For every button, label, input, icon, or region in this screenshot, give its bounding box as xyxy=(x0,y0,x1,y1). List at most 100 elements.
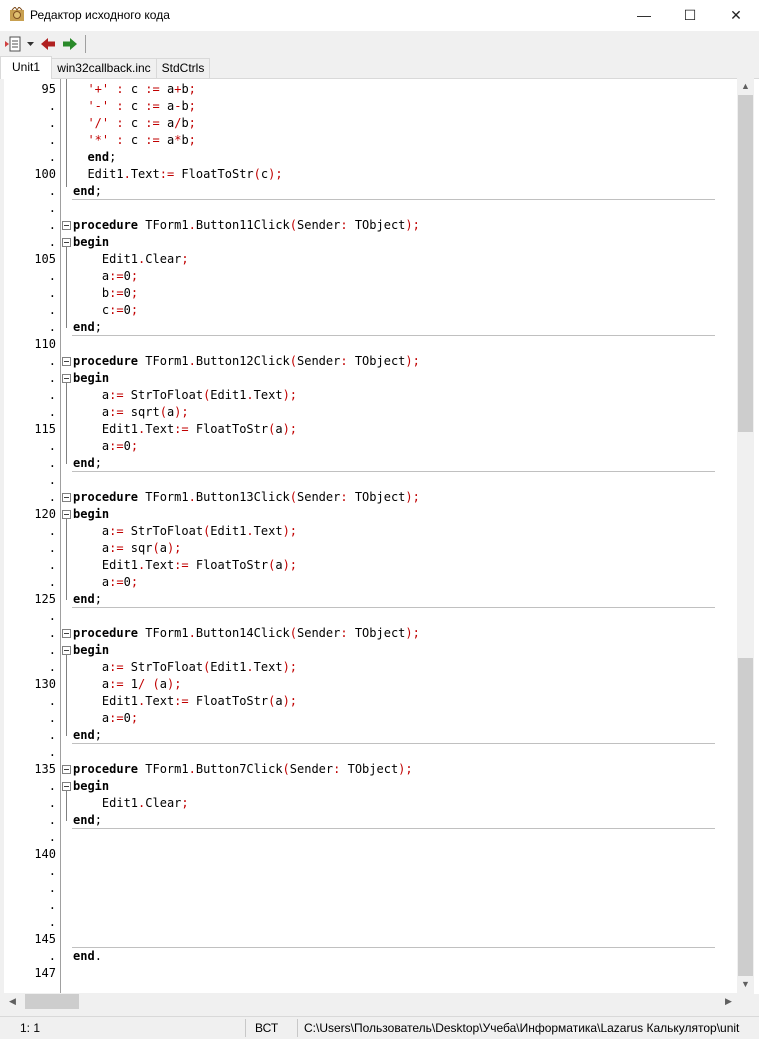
scroll-thumb-upper[interactable] xyxy=(738,95,753,432)
line-number: 135 xyxy=(34,762,56,776)
code-line[interactable]: procedure TForm1.Button7Click(Sender: TO… xyxy=(61,761,715,778)
code-text: begin xyxy=(73,371,110,385)
chevron-down-icon[interactable] xyxy=(25,35,36,53)
code-line[interactable]: end; xyxy=(61,183,715,200)
scrollbar-corner xyxy=(737,993,754,1010)
code-text: procedure TForm1.Button11Click(Sender: T… xyxy=(73,218,420,232)
code-line[interactable]: end; xyxy=(61,812,715,829)
fold-toggle-icon[interactable] xyxy=(62,238,71,247)
line-number: . xyxy=(48,609,56,623)
code-line[interactable] xyxy=(61,880,715,897)
code-line[interactable]: a:= sqr(a); xyxy=(61,540,715,557)
tab-unit1[interactable]: Unit1 xyxy=(0,56,52,79)
maximize-button[interactable]: ☐ xyxy=(667,0,713,31)
code-line[interactable] xyxy=(61,200,715,217)
line-number: 130 xyxy=(34,677,56,691)
code-line[interactable] xyxy=(61,472,715,489)
code-line[interactable]: a:= 1/ (a); xyxy=(61,676,715,693)
code-line[interactable]: begin xyxy=(61,506,715,523)
fold-toggle-icon[interactable] xyxy=(62,782,71,791)
code-line[interactable] xyxy=(61,336,715,353)
horizontal-scrollbar[interactable]: ◀ ▶ xyxy=(4,993,737,1010)
scroll-right-icon[interactable]: ▶ xyxy=(720,993,737,1010)
close-button[interactable]: ✕ xyxy=(713,0,759,31)
code-line[interactable]: '*' : c := a*b; xyxy=(61,132,715,149)
back-arrow-icon[interactable] xyxy=(39,35,57,53)
code-line[interactable] xyxy=(61,897,715,914)
code-line[interactable] xyxy=(61,914,715,931)
source-editor[interactable]: 95.... 100.... 105.... 110.... 115.... 120...… xyxy=(0,78,759,994)
line-number: . xyxy=(48,184,56,198)
line-number: . xyxy=(48,830,56,844)
code-line[interactable] xyxy=(61,863,715,880)
code-line[interactable]: begin xyxy=(61,778,715,795)
code-line[interactable]: Edit1.Clear; xyxy=(61,795,715,812)
scroll-up-icon[interactable]: ▲ xyxy=(737,78,754,95)
code-line[interactable]: procedure TForm1.Button12Click(Sender: T… xyxy=(61,353,715,370)
code-line[interactable] xyxy=(61,608,715,625)
code-line[interactable]: a:=0; xyxy=(61,268,715,285)
code-line[interactable]: end. xyxy=(61,948,715,965)
code-line[interactable]: begin xyxy=(61,234,715,251)
code-line[interactable]: end; xyxy=(61,727,715,744)
code-line[interactable] xyxy=(61,931,715,948)
vertical-scrollbar[interactable]: ▲ ▼ xyxy=(737,78,754,993)
code-text: end; xyxy=(73,184,102,198)
code-line[interactable]: a:= sqrt(a); xyxy=(61,404,715,421)
fold-toggle-icon[interactable] xyxy=(62,510,71,519)
code-line[interactable]: '-' : c := a-b; xyxy=(61,98,715,115)
code-line[interactable]: end; xyxy=(61,319,715,336)
code-line[interactable]: procedure TForm1.Button13Click(Sender: T… xyxy=(61,489,715,506)
code-line[interactable]: procedure TForm1.Button11Click(Sender: T… xyxy=(61,217,715,234)
code-line[interactable]: Edit1.Clear; xyxy=(61,251,715,268)
code-line[interactable]: a:=0; xyxy=(61,574,715,591)
tab-stdctrls[interactable]: StdCtrls xyxy=(156,58,210,78)
scroll-left-icon[interactable]: ◀ xyxy=(4,993,21,1010)
code-line[interactable]: a:=0; xyxy=(61,710,715,727)
code-line[interactable]: begin xyxy=(61,370,715,387)
fold-toggle-icon[interactable] xyxy=(62,357,71,366)
code-line[interactable]: end; xyxy=(61,149,715,166)
code-line[interactable]: Edit1.Text:= FloatToStr(a); xyxy=(61,557,715,574)
code-line[interactable]: a:= StrToFloat(Edit1.Text); xyxy=(61,659,715,676)
line-number: . xyxy=(48,99,56,113)
code-area[interactable]: '+' : c := a+b; '-' : c := a-b; '/' : c … xyxy=(61,79,715,994)
fold-toggle-icon[interactable] xyxy=(62,221,71,230)
fold-toggle-icon[interactable] xyxy=(62,765,71,774)
code-text: procedure TForm1.Button7Click(Sender: TO… xyxy=(73,762,413,776)
fold-toggle-icon[interactable] xyxy=(62,646,71,655)
code-line[interactable] xyxy=(61,846,715,863)
line-number: . xyxy=(48,660,56,674)
code-line[interactable]: Edit1.Text:= FloatToStr(a); xyxy=(61,421,715,438)
minimize-button[interactable]: — xyxy=(621,0,667,31)
code-line[interactable]: procedure TForm1.Button14Click(Sender: T… xyxy=(61,625,715,642)
code-line[interactable]: '/' : c := a/b; xyxy=(61,115,715,132)
horizontal-scroll-thumb[interactable] xyxy=(25,994,79,1009)
code-line[interactable]: a:=0; xyxy=(61,438,715,455)
scroll-down-icon[interactable]: ▼ xyxy=(737,976,754,993)
fold-toggle-icon[interactable] xyxy=(62,493,71,502)
code-text: a:= StrToFloat(Edit1.Text); xyxy=(73,660,298,674)
tab-win32callback[interactable]: win32callback.inc xyxy=(51,58,157,78)
code-line[interactable]: end; xyxy=(61,591,715,608)
code-line[interactable]: a:= StrToFloat(Edit1.Text); xyxy=(61,387,715,404)
scroll-thumb[interactable] xyxy=(738,658,753,976)
code-line[interactable]: Edit1.Text:= FloatToStr(c); xyxy=(61,166,715,183)
code-line[interactable]: c:=0; xyxy=(61,302,715,319)
forward-arrow-icon[interactable] xyxy=(61,35,79,53)
code-text: end; xyxy=(73,456,102,470)
fold-toggle-icon[interactable] xyxy=(62,374,71,383)
lazarus-app-icon xyxy=(10,7,24,21)
editor-menu-icon[interactable] xyxy=(4,35,24,53)
code-line[interactable] xyxy=(61,965,715,982)
code-line[interactable]: Edit1.Text:= FloatToStr(a); xyxy=(61,693,715,710)
code-line[interactable] xyxy=(61,829,715,846)
code-line[interactable]: '+' : c := a+b; xyxy=(61,81,715,98)
code-line[interactable]: a:= StrToFloat(Edit1.Text); xyxy=(61,523,715,540)
code-line[interactable]: b:=0; xyxy=(61,285,715,302)
code-line[interactable] xyxy=(61,744,715,761)
code-line[interactable]: begin xyxy=(61,642,715,659)
fold-toggle-icon[interactable] xyxy=(62,629,71,638)
line-number: . xyxy=(48,898,56,912)
code-line[interactable]: end; xyxy=(61,455,715,472)
